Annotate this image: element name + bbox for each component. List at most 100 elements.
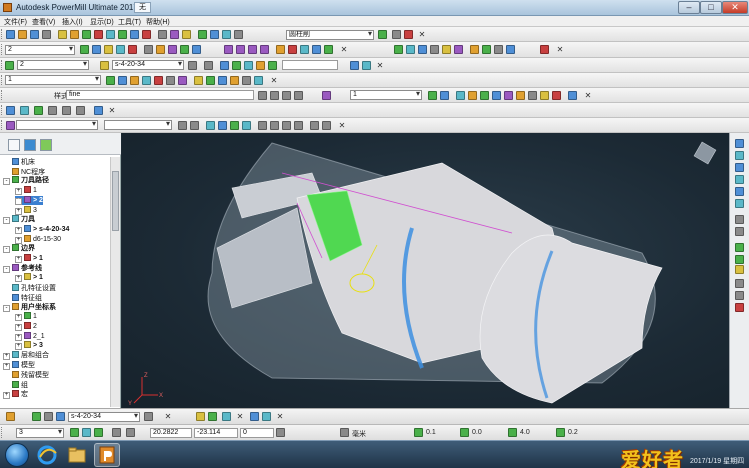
post-process-icon[interactable] (182, 30, 191, 39)
explorer-scroll-thumb[interactable] (112, 171, 119, 231)
tree-expander-icon[interactable]: - (3, 178, 10, 186)
toolbar-close-icon[interactable]: ✕ (108, 107, 116, 115)
pattern-insert-icon[interactable] (468, 91, 477, 100)
delete-icon[interactable] (404, 30, 413, 39)
view-iso1-icon[interactable] (735, 215, 744, 224)
menu-help[interactable]: 帮助(H) (146, 17, 170, 27)
style-reset-icon[interactable] (270, 91, 279, 100)
menu-tools[interactable]: 工具(T) (118, 17, 141, 27)
level-icon-2[interactable] (6, 121, 15, 130)
toolbar-close-icon[interactable]: ✕ (236, 413, 244, 421)
toolbar-grip[interactable] (1, 29, 4, 39)
view-front-icon[interactable] (248, 45, 257, 54)
toolbar-grip[interactable] (1, 60, 4, 70)
toolbar-close-icon[interactable]: ✕ (338, 122, 346, 130)
tree-expander-icon[interactable]: + (15, 314, 22, 322)
tree-child-item[interactable]: + > 3 (15, 341, 43, 351)
stepdown-icon[interactable] (556, 428, 565, 437)
tree-folder-item[interactable]: 组 (3, 380, 28, 389)
tool-load-icon[interactable] (362, 61, 371, 70)
pattern-curve-icon[interactable] (540, 91, 549, 100)
analysis-icon[interactable] (482, 45, 491, 54)
green-tool-icon[interactable] (378, 30, 387, 39)
tree-expander-icon[interactable]: + (3, 353, 10, 360)
tree-child-item[interactable]: +2_1 (15, 331, 45, 341)
level-props-icon[interactable] (294, 121, 303, 130)
nc-activate-icon[interactable] (106, 76, 115, 85)
level-remove-icon[interactable] (190, 121, 199, 130)
tolerance-icon[interactable] (414, 428, 423, 437)
model-icon[interactable] (394, 45, 403, 54)
view-left-icon[interactable] (735, 163, 744, 172)
edit-select-icon[interactable] (262, 412, 271, 421)
shade-icon[interactable] (276, 45, 285, 54)
tree-folder-item[interactable]: - 刀具 (3, 215, 35, 225)
pattern-split-icon[interactable] (492, 91, 501, 100)
view-iso2-icon[interactable] (735, 227, 744, 236)
wp-props-icon[interactable] (126, 428, 135, 437)
tree-child-item[interactable]: +1 (15, 312, 37, 322)
workplane-icon[interactable] (222, 30, 231, 39)
tree-folder-item[interactable]: 机床 (3, 157, 35, 166)
pan-icon[interactable] (324, 45, 333, 54)
status-shank-icon[interactable] (56, 412, 65, 421)
tree-child-item[interactable]: +2 (15, 321, 37, 331)
explorer-tab-tools[interactable] (40, 139, 52, 151)
workplane-new-icon[interactable] (6, 106, 15, 115)
tree-child-item[interactable]: + > 1 (15, 254, 43, 263)
document-tab[interactable]: 无 (134, 2, 151, 13)
view-iso-icon[interactable] (224, 45, 233, 54)
tree-folder-item[interactable]: NC程序 (3, 167, 45, 176)
zoom-in-icon[interactable] (735, 243, 744, 252)
toolbar-close-icon[interactable]: ✕ (164, 413, 172, 421)
coord-pick-icon[interactable] (276, 428, 285, 437)
shaded-icon[interactable] (735, 265, 744, 274)
toolpath-settings-icon[interactable] (92, 45, 101, 54)
toolbar-grip[interactable] (1, 105, 4, 115)
rotate-icon[interactable] (312, 45, 321, 54)
toolbar-combo[interactable]: 圆柱削 (286, 30, 374, 40)
pattern-save-icon[interactable] (440, 91, 449, 100)
wp-edit-icon[interactable] (82, 428, 91, 437)
toolbar-grip[interactable] (1, 75, 4, 85)
toolpath-collision-icon[interactable] (180, 45, 189, 54)
toolbar-close-icon[interactable]: ✕ (276, 413, 284, 421)
level-icon[interactable] (234, 30, 243, 39)
view-top-icon[interactable] (236, 45, 245, 54)
nc-preview-icon[interactable] (166, 76, 175, 85)
tool-rotate-icon[interactable] (268, 61, 277, 70)
tool-diamond-icon[interactable] (5, 61, 14, 70)
maximize-button[interactable]: □ (700, 1, 722, 14)
new-project-icon[interactable] (6, 30, 15, 39)
save-project-icon[interactable] (30, 30, 39, 39)
workplane-align-icon[interactable] (20, 106, 29, 115)
tool-zoom-icon[interactable] (256, 61, 265, 70)
nc-info-icon[interactable] (218, 76, 227, 85)
nc-delete-icon[interactable] (154, 76, 163, 85)
ie-taskbar-button[interactable] (34, 443, 60, 467)
pattern-edit-icon[interactable] (456, 91, 465, 100)
powermill-app-icon[interactable] (3, 3, 12, 12)
wp-align-icon[interactable] (94, 428, 103, 437)
toolpath-delete-icon[interactable] (128, 45, 137, 54)
pattern-reverse-icon[interactable] (504, 91, 513, 100)
tree-child-item[interactable]: + > 1 (15, 273, 43, 283)
view-bottom-icon[interactable] (735, 151, 744, 160)
feedrate-icon[interactable] (82, 30, 91, 39)
tree-expander-icon[interactable]: + (15, 333, 22, 341)
magnet-icon[interactable] (6, 412, 15, 421)
toolbar-close-icon[interactable]: ✕ (340, 46, 348, 54)
explorer-scrollbar[interactable] (110, 157, 120, 407)
explorer-taskbar-button[interactable] (64, 443, 90, 467)
tree-child-item[interactable]: +3 (15, 205, 37, 215)
toolbar-grip[interactable] (1, 120, 4, 130)
activate-icon[interactable] (80, 45, 89, 54)
stepover-icon[interactable] (508, 428, 517, 437)
level-import-icon[interactable] (322, 121, 331, 130)
tree-expander-icon[interactable]: - (3, 304, 10, 312)
style-undo-icon[interactable] (282, 91, 291, 100)
menu-display[interactable]: 显示(D) (90, 17, 114, 27)
pattern-limit-icon[interactable] (528, 91, 537, 100)
menu-view[interactable]: 查看(V) (32, 17, 55, 27)
tree-folder-item[interactable]: - 参考线 (3, 263, 42, 273)
